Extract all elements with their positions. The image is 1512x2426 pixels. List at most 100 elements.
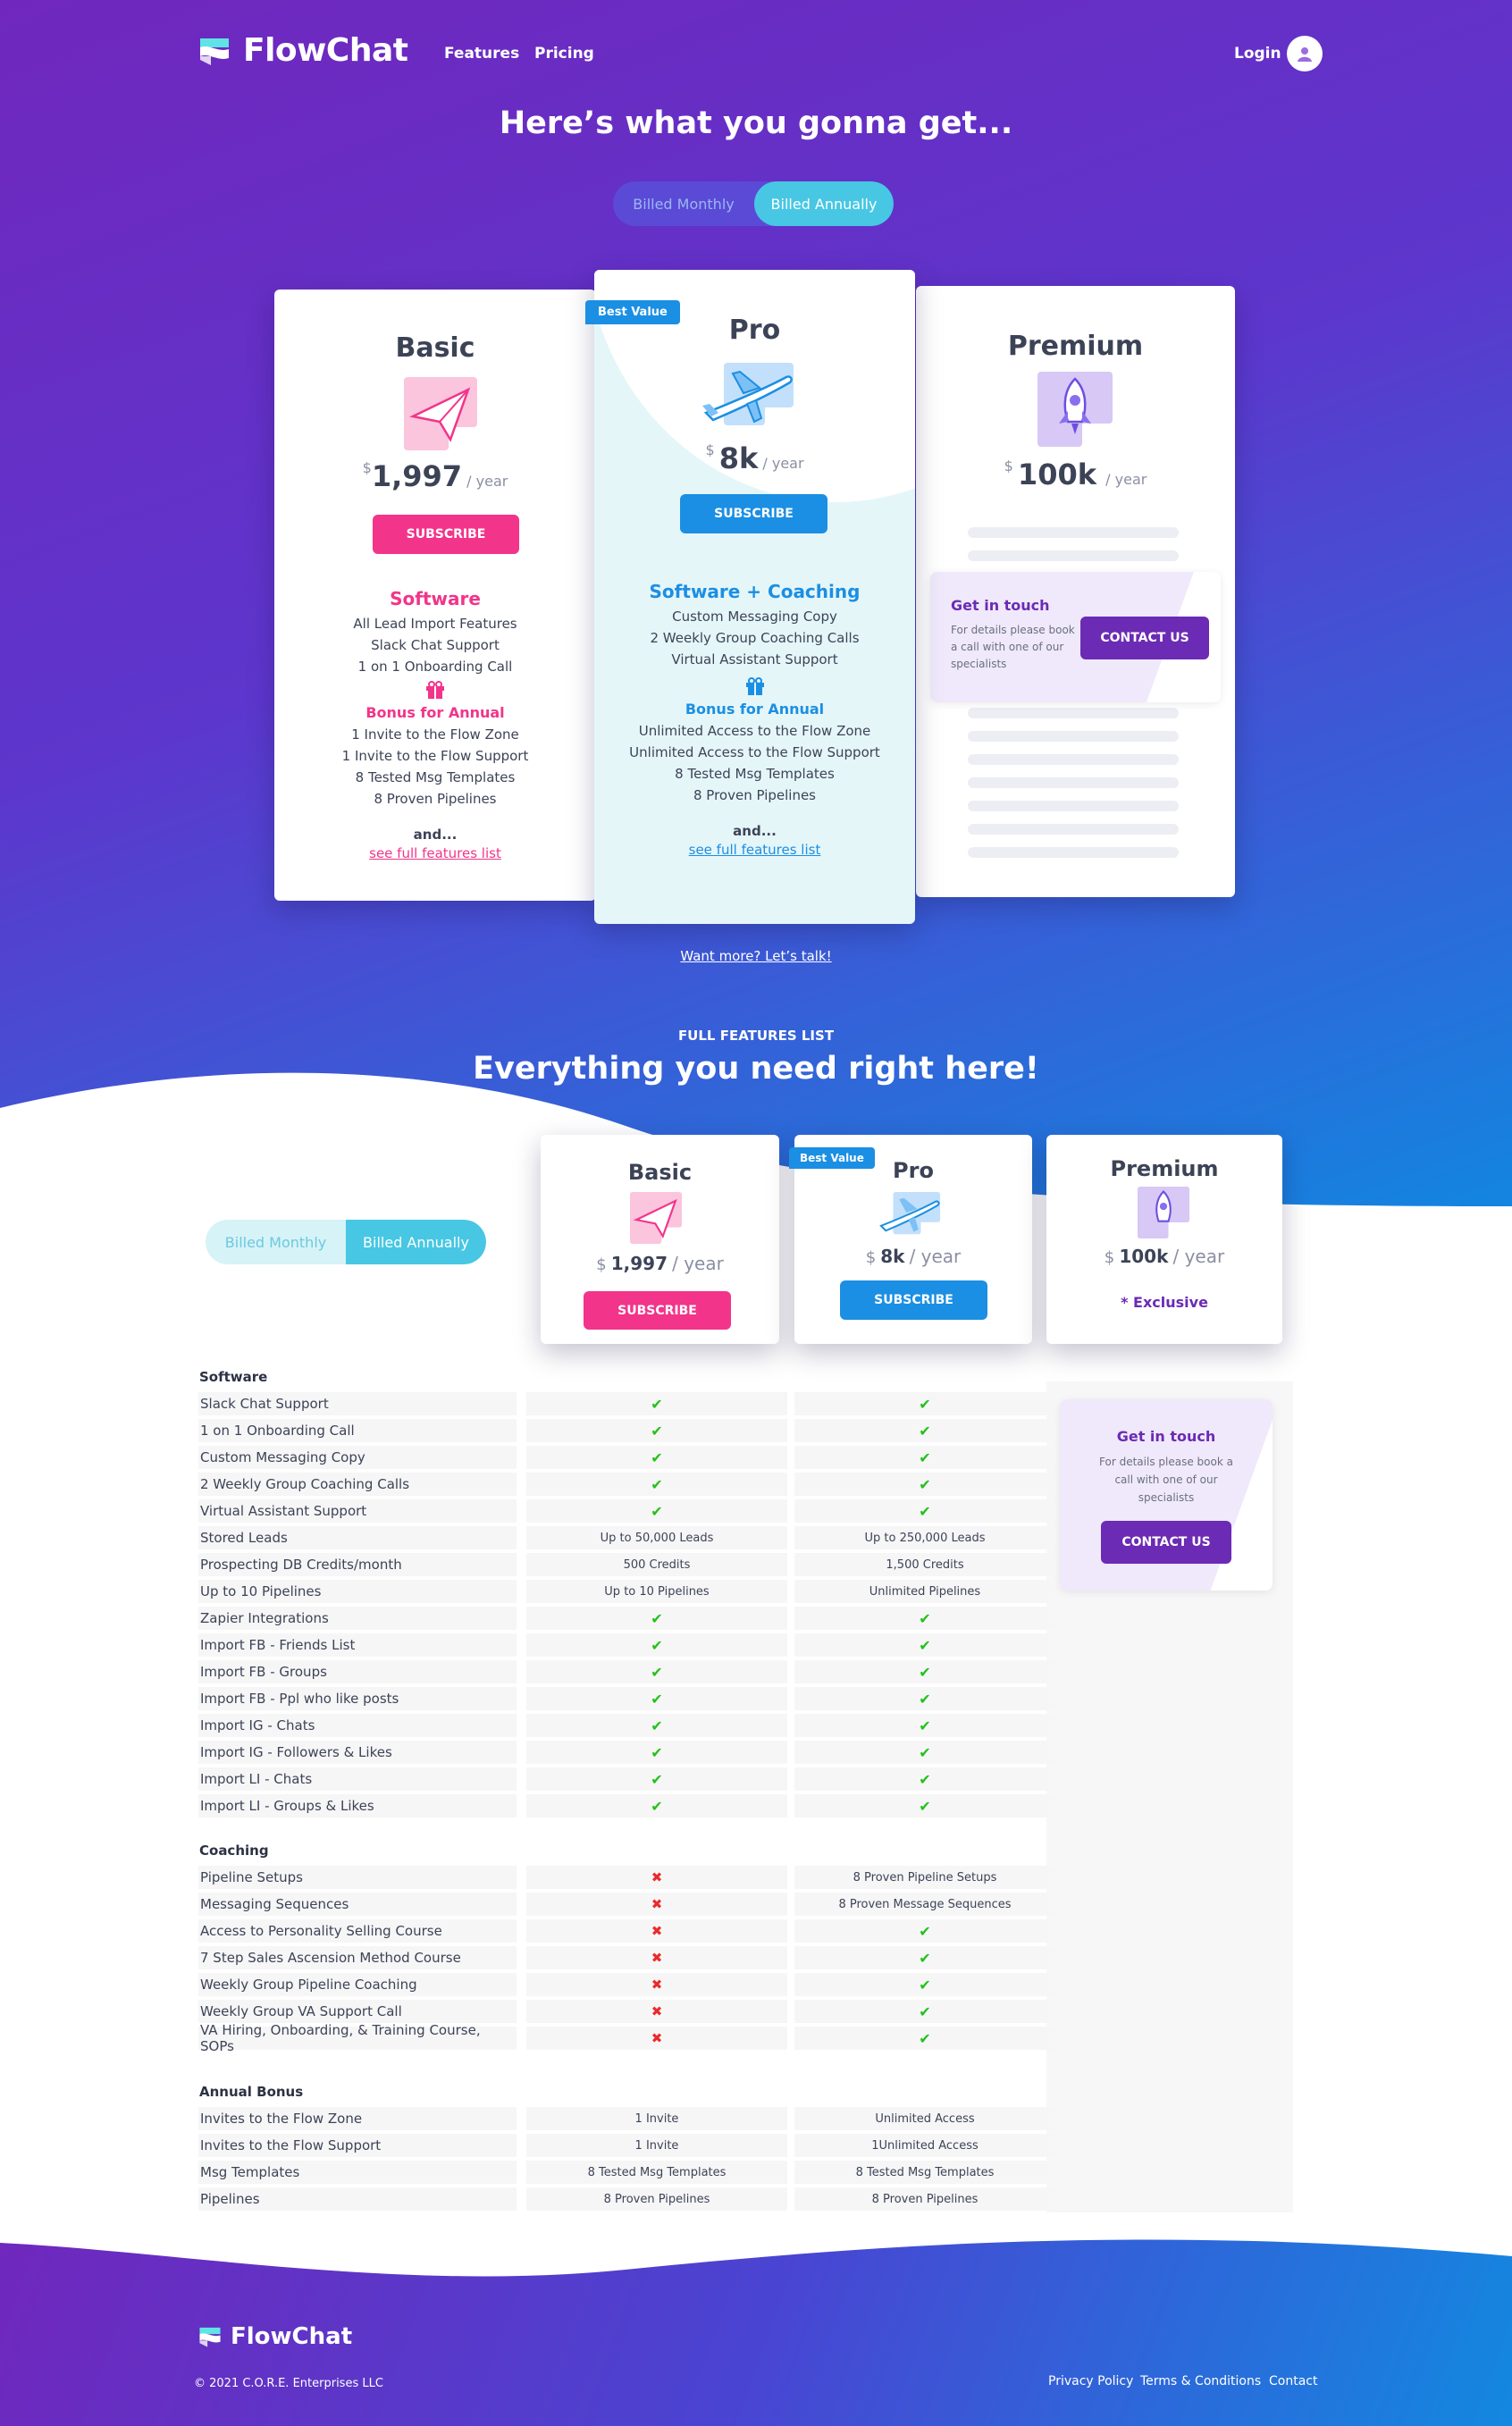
price-period: / year <box>466 473 508 490</box>
hero-title: Here’s what you gonna get... <box>499 105 1013 141</box>
check-icon: ✔ <box>794 1499 1055 1523</box>
table-cell-basic: 1 Invite <box>526 2134 787 2157</box>
cross-icon: ✖ <box>526 1946 787 1969</box>
bonus-item: 1 Invite to the Flow Zone <box>351 726 519 743</box>
price-amount: 100k <box>1017 457 1096 491</box>
and-more: and... <box>413 827 458 843</box>
check-icon: ✔ <box>794 1419 1055 1442</box>
table-section-title: Coaching <box>199 1843 269 1859</box>
subscribe-button-pro[interactable]: SUBSCRIBE <box>680 494 827 533</box>
bonus-item: 8 Tested Msg Templates <box>675 766 835 782</box>
feature-item: All Lead Import Features <box>353 616 517 632</box>
table-row-label: Access to Personality Selling Course <box>198 1919 517 1943</box>
table-cell-pro: 8 Proven Message Sequences <box>794 1893 1055 1916</box>
feature-item: Slack Chat Support <box>371 637 500 653</box>
plan-name: Pro <box>893 1158 934 1183</box>
table-row-label: Invites to the Flow Zone <box>198 2107 517 2130</box>
nav-features[interactable]: Features <box>444 45 519 63</box>
plan-price: $ 100k / year <box>916 457 1235 491</box>
bonus-item: 8 Proven Pipelines <box>374 791 497 807</box>
table-row-label: Import FB - Groups <box>198 1660 517 1683</box>
flowchat-logo-icon <box>200 38 229 65</box>
subscribe-button-basic[interactable]: SUBSCRIBE <box>584 1291 731 1330</box>
check-icon: ✔ <box>526 1714 787 1737</box>
table-row-label: Pipeline Setups <box>198 1866 517 1889</box>
feature-item: Custom Messaging Copy <box>672 609 837 625</box>
table-row-label: VA Hiring, Onboarding, & Training Course… <box>198 2022 517 2054</box>
copyright: © 2021 C.O.R.E. Enterprises LLC <box>194 2377 383 2390</box>
plan-features: Software All Lead Import Features Slack … <box>274 588 596 861</box>
contact-us-button[interactable]: CONTACT US <box>1101 1521 1231 1564</box>
full-features-link[interactable]: see full features list <box>274 845 596 861</box>
placeholder-line <box>968 777 1179 788</box>
check-icon: ✔ <box>794 1607 1055 1630</box>
toggle-monthly[interactable]: Billed Monthly <box>206 1220 346 1264</box>
price-currency: $ <box>362 459 372 476</box>
table-cell-basic: 500 Credits <box>526 1553 787 1576</box>
billing-toggle[interactable]: Billed Monthly Billed Annually <box>613 181 894 226</box>
placeholder-line <box>968 754 1179 765</box>
contact-text: For details please book a call with one … <box>951 624 1075 670</box>
table-row-label: Weekly Group VA Support Call <box>198 2000 517 2023</box>
brand-logo[interactable]: FlowChat <box>198 32 408 69</box>
check-icon: ✔ <box>526 1633 787 1657</box>
feature-item: Virtual Assistant Support <box>671 651 838 667</box>
toggle-annually[interactable]: Billed Annually <box>346 1220 486 1264</box>
footer-contact[interactable]: Contact <box>1269 2374 1317 2388</box>
check-icon: ✔ <box>794 1392 1055 1415</box>
airplane-icon <box>879 1192 941 1235</box>
bonus-item: 8 Proven Pipelines <box>693 787 816 803</box>
price-period: / year <box>1172 1246 1225 1267</box>
avatar[interactable] <box>1287 36 1323 71</box>
airplane-icon <box>702 363 794 425</box>
plan-name: Basic <box>627 1160 693 1185</box>
plan-price: $1,997 / year <box>274 459 596 493</box>
nav-login[interactable]: Login <box>1234 45 1281 63</box>
bonus-item: 8 Tested Msg Templates <box>355 769 516 785</box>
footer-privacy[interactable]: Privacy Policy <box>1048 2374 1133 2388</box>
toggle-monthly[interactable]: Billed Monthly <box>613 181 754 226</box>
full-features-link[interactable]: see full features list <box>594 842 915 858</box>
table-cell-pro: Up to 250,000 Leads <box>794 1526 1055 1549</box>
price-period: / year <box>672 1253 724 1274</box>
subscribe-button-pro[interactable]: SUBSCRIBE <box>840 1280 987 1320</box>
check-icon: ✔ <box>794 1687 1055 1710</box>
table-section-title: Annual Bonus <box>199 2084 304 2100</box>
exclusive-label: * Exclusive <box>1121 1294 1208 1311</box>
price-currency: $ <box>705 441 715 458</box>
footer-terms[interactable]: Terms & Conditions <box>1140 2374 1261 2388</box>
table-cell-basic: 8 Proven Pipelines <box>526 2187 787 2211</box>
price-amount: 8k <box>880 1246 905 1267</box>
want-more-link[interactable]: Want more? Let’s talk! <box>680 948 831 964</box>
billing-toggle-2[interactable]: Billed Monthly Billed Annually <box>206 1220 486 1264</box>
bonus-title: Bonus for Annual <box>365 704 505 721</box>
placeholder-line <box>968 731 1179 742</box>
price-period: / year <box>762 455 804 472</box>
nav-pricing[interactable]: Pricing <box>534 45 594 63</box>
placeholder-line <box>968 527 1179 538</box>
check-icon: ✔ <box>794 1446 1055 1469</box>
subscribe-button-basic[interactable]: SUBSCRIBE <box>373 515 519 554</box>
table-row-label: Import LI - Groups & Likes <box>198 1794 517 1817</box>
table-cell-basic: Up to 50,000 Leads <box>526 1526 787 1549</box>
table-row-label: Pipelines <box>198 2187 517 2211</box>
table-cell-basic: 8 Tested Msg Templates <box>526 2161 787 2184</box>
plan-name: Pro <box>728 315 781 346</box>
placeholder-line <box>968 847 1179 858</box>
table-row-label: Msg Templates <box>198 2161 517 2184</box>
want-more-wrap: Want more? Let’s talk! <box>0 947 1512 964</box>
cross-icon: ✖ <box>526 2000 787 2023</box>
check-icon: ✔ <box>526 1767 787 1791</box>
toggle-annually[interactable]: Billed Annually <box>754 181 894 226</box>
price-currency: $ <box>1104 1248 1115 1267</box>
contact-text: For details please book a call with one … <box>1099 1456 1233 1504</box>
contact-box: Get in touch For details please book a c… <box>930 572 1221 702</box>
table-row-label: Custom Messaging Copy <box>198 1446 517 1469</box>
contact-us-button[interactable]: CONTACT US <box>1080 617 1209 659</box>
plan-card-basic: Basic $1,997 / year SUBSCRIBE Software A… <box>274 290 596 901</box>
check-icon: ✔ <box>794 1660 1055 1683</box>
table-section-title: Software <box>199 1369 268 1385</box>
cross-icon: ✖ <box>526 2027 787 2050</box>
plan-name: Premium <box>1007 331 1144 362</box>
footer-logo[interactable]: FlowChat <box>198 2323 352 2350</box>
